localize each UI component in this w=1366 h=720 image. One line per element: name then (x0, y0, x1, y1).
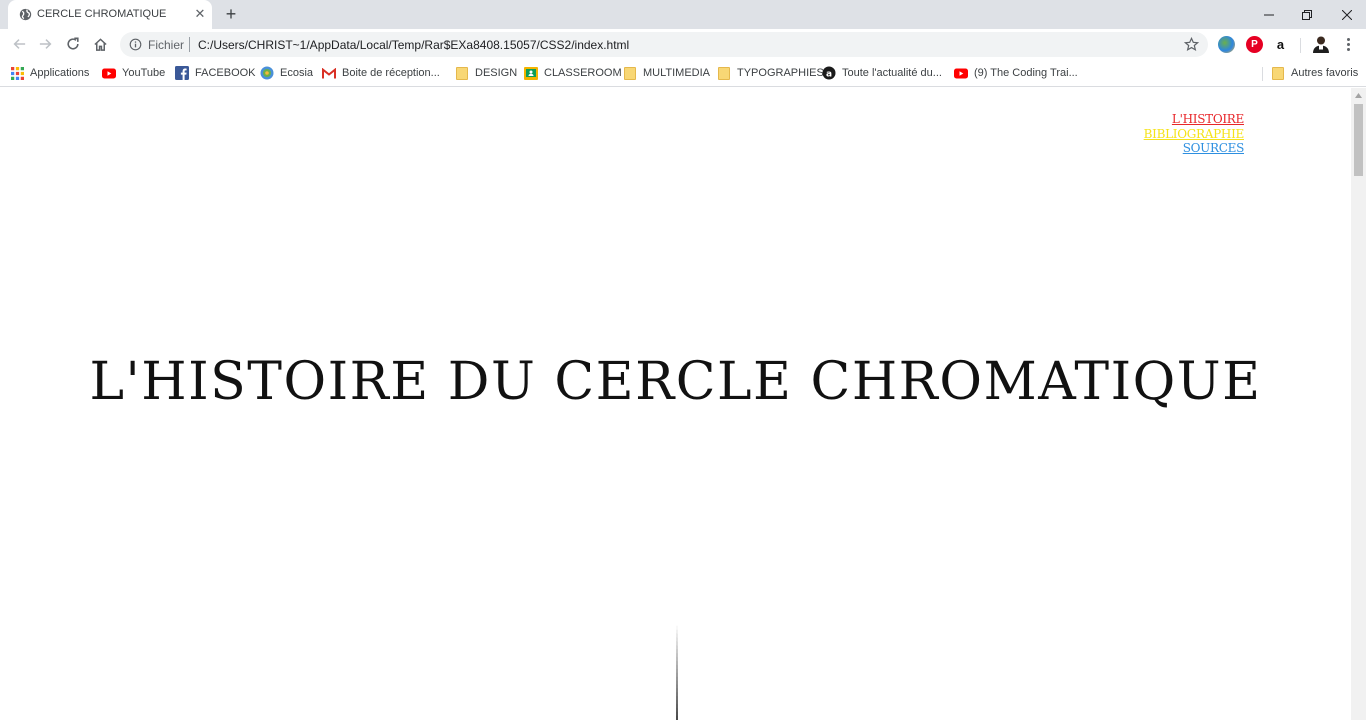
omnibox-divider (189, 37, 190, 52)
ecosia-extension-icon[interactable] (1218, 36, 1235, 53)
bookmark-facebook[interactable]: FACEBOOK (175, 64, 256, 82)
classroom-icon (524, 66, 538, 80)
bookmark-label: Applications (30, 67, 90, 79)
bookmark-label: MULTIMEDIA (643, 67, 711, 79)
more-menu-icon[interactable] (1339, 35, 1357, 53)
back-arrow-icon[interactable] (9, 34, 29, 54)
bookmark-label: Toute l'actualité du... (842, 67, 942, 79)
facebook-icon (175, 66, 189, 80)
tab-strip: CERCLE CHROMATIQUE ✕ + (0, 0, 1366, 29)
amazon-extension-icon[interactable]: a (1272, 36, 1289, 53)
bookmark-applications[interactable]: Applications (10, 64, 89, 82)
bookmark-label: Boite de réception... (342, 67, 440, 79)
bookmark-label: DESIGN (475, 67, 518, 79)
ecosia-icon (260, 66, 274, 80)
bookmark-label: FACEBOOK (195, 67, 256, 79)
bookmark-allocine[interactable]: a Toute l'actualité du... (822, 64, 942, 82)
bookmark-typographies[interactable]: TYPOGRAPHIES (717, 64, 824, 82)
home-icon[interactable] (90, 34, 110, 54)
svg-text:a: a (826, 69, 832, 79)
nav-link-sources[interactable]: SOURCES (1144, 141, 1245, 156)
globe-icon (19, 8, 32, 21)
bookmark-star-icon[interactable] (1183, 36, 1200, 52)
folder-icon (623, 66, 637, 80)
bookmark-label: (9) The Coding Trai... (974, 67, 1078, 79)
close-window-icon[interactable] (1328, 0, 1366, 29)
new-tab-plus-icon[interactable]: + (222, 5, 240, 23)
page-nav: L'HISTOIRE BIBLIOGRAPHIE SOURCES (1144, 112, 1245, 156)
gmail-icon (322, 66, 336, 80)
vertical-scrollbar[interactable] (1351, 88, 1366, 720)
forward-arrow-icon[interactable] (36, 34, 56, 54)
tab-close-icon[interactable]: ✕ (193, 7, 207, 21)
bookmarks-bar: Applications YouTube FACEBOOK Ecosia Boi… (0, 60, 1366, 87)
folder-icon (1271, 66, 1285, 80)
nav-link-histoire[interactable]: L'HISTOIRE (1144, 112, 1244, 127)
url-text[interactable]: C:/Users/CHRIST~1/AppData/Local/Temp/Rar… (198, 38, 629, 52)
bookmark-multimedia[interactable]: MULTIMEDIA (623, 64, 710, 82)
reload-icon[interactable] (63, 34, 83, 54)
bookmark-coding-train[interactable]: (9) The Coding Trai... (954, 64, 1078, 82)
profile-avatar-icon[interactable] (1311, 34, 1331, 54)
allocine-icon: a (822, 66, 836, 80)
bookmark-label: Ecosia (280, 67, 314, 79)
bookmark-gmail[interactable]: Boite de réception... (322, 64, 440, 82)
browser-tab[interactable]: CERCLE CHROMATIQUE ✕ (8, 0, 212, 29)
bookmark-classroom[interactable]: CLASSEROOM (524, 64, 622, 82)
youtube-icon (954, 66, 968, 80)
minimize-window-icon[interactable] (1250, 0, 1288, 29)
bookmark-label: CLASSEROOM (544, 67, 622, 79)
bookmark-design[interactable]: DESIGN (455, 64, 517, 82)
nav-link-bibliographie[interactable]: BIBLIOGRAPHIE (1144, 127, 1245, 142)
bookmark-label: YouTube (122, 67, 166, 79)
info-icon[interactable] (129, 38, 142, 51)
folder-icon (455, 66, 469, 80)
bookmarks-divider (1262, 67, 1263, 81)
tab-title: CERCLE CHROMATIQUE (37, 8, 167, 20)
page-title: L'HISTOIRE DU CERCLE CHROMATIQUE (89, 352, 1262, 412)
apps-grid-icon (10, 66, 24, 80)
address-bar[interactable]: Fichier C:/Users/CHRIST~1/AppData/Local/… (120, 32, 1208, 57)
scrollbar-thumb[interactable] (1354, 104, 1363, 176)
scroll-up-arrow-icon[interactable] (1351, 88, 1366, 103)
youtube-icon (102, 66, 116, 80)
toolbar-divider (1300, 38, 1301, 53)
bookmark-label: TYPOGRAPHIES (737, 67, 824, 79)
bookmark-other-favorites[interactable]: Autres favoris (1271, 64, 1358, 82)
bookmark-label: Autres favoris (1291, 67, 1359, 79)
bookmark-ecosia[interactable]: Ecosia (260, 64, 313, 82)
folder-icon (717, 66, 731, 80)
pinterest-extension-icon[interactable]: P (1246, 36, 1263, 53)
decorative-vertical-line (676, 624, 678, 720)
scheme-label: Fichier (148, 38, 185, 52)
page-viewport: L'HISTOIRE BIBLIOGRAPHIE SOURCES L'HISTO… (0, 88, 1351, 720)
browser-toolbar: Fichier C:/Users/CHRIST~1/AppData/Local/… (0, 29, 1366, 60)
restore-window-icon[interactable] (1288, 0, 1326, 29)
bookmark-youtube[interactable]: YouTube (102, 64, 165, 82)
